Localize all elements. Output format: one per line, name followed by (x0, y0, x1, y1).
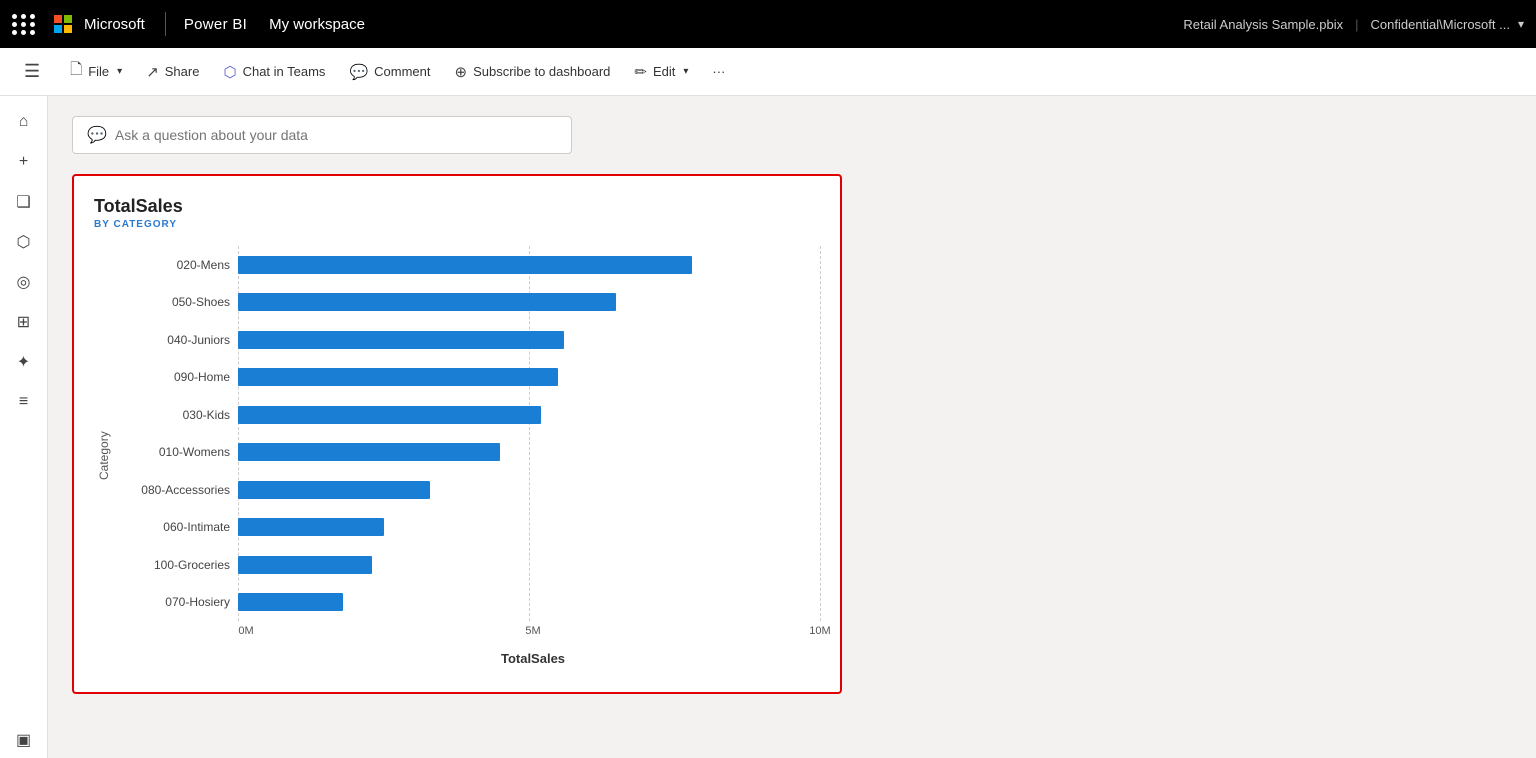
chat-label: Chat in Teams (243, 64, 326, 79)
subscribe-button[interactable]: ⊕ Subscribe to dashboard (444, 57, 620, 87)
file-button[interactable]: 🗋 File ▾ (60, 53, 132, 90)
sidebar-item-goals[interactable]: ◎ (6, 264, 42, 300)
bar[interactable] (238, 293, 616, 311)
x-axis-label: TotalSales (246, 651, 820, 666)
subscribe-icon: ⊕ (454, 63, 467, 81)
bar-label: 090-Home (174, 362, 230, 392)
apps-dots-grid[interactable] (12, 14, 36, 35)
bar[interactable] (238, 406, 541, 424)
table-row (238, 287, 820, 317)
bar[interactable] (238, 518, 384, 536)
bar[interactable] (238, 331, 564, 349)
bar-label: 070-Hosiery (165, 587, 230, 617)
topbar-right: Retail Analysis Sample.pbix | Confidenti… (1183, 17, 1524, 32)
x-axis-tick: 5M (525, 625, 540, 637)
file-chevron: ▾ (117, 66, 122, 77)
toolbar: ☰ 🗋 File ▾ ↗ Share ⬡ Chat in Teams 💬 Com… (0, 48, 1536, 96)
bar[interactable] (238, 256, 692, 274)
share-button[interactable]: ↗ Share (136, 57, 209, 87)
sidebar-item-explore[interactable]: ✦ (6, 344, 42, 380)
bar-label: 060-Intimate (163, 512, 230, 542)
chart-area: 020-Mens 050-Shoes 040-Juniors 090-Home 030-… (118, 246, 820, 666)
table-row (238, 587, 820, 617)
edit-icon: ✏ (634, 63, 647, 81)
table-row (238, 250, 820, 280)
topbar-chevron[interactable]: ▾ (1518, 17, 1524, 31)
microsoft-label: Microsoft (84, 16, 145, 33)
file-name: Retail Analysis Sample.pbix (1183, 17, 1343, 32)
topbar-divider (165, 12, 166, 36)
sidebar-item-monitor[interactable]: ▣ (6, 722, 42, 758)
x-axis-ticks: 0M5M10M (246, 621, 820, 645)
table-row (238, 362, 820, 392)
main-content: 💬 TotalSales BY CATEGORY Category 020-Me… (48, 96, 1536, 758)
bars-container: 020-Mens 050-Shoes 040-Juniors 090-Home 030-… (118, 246, 820, 621)
bar-label: 010-Womens (159, 437, 230, 467)
bars-column (238, 246, 820, 621)
y-axis-label: Category (94, 246, 114, 666)
sidebar: ⌂ + ❑ ⬡ ◎ ⊞ ✦ ≡ ▣ (0, 96, 48, 758)
file-label: File (88, 64, 109, 79)
sidebar-item-learn[interactable]: ≡ (6, 384, 42, 420)
bar[interactable] (238, 368, 558, 386)
chart-card: TotalSales BY CATEGORY Category 020-Mens… (72, 174, 842, 694)
chat-in-teams-button[interactable]: ⬡ Chat in Teams (213, 57, 335, 87)
chart-title: TotalSales (94, 196, 820, 217)
x-axis-tick: 0M (238, 625, 253, 637)
bar-label: 030-Kids (183, 400, 230, 430)
bar[interactable] (238, 556, 372, 574)
bar-label: 100-Groceries (154, 550, 230, 580)
bar-labels-column: 020-Mens 050-Shoes 040-Juniors 090-Home 030-… (118, 246, 238, 621)
edit-label: Edit (653, 64, 675, 79)
x-axis-tick: 10M (809, 625, 830, 637)
table-row (238, 325, 820, 355)
grid-line (820, 246, 821, 621)
bar[interactable] (238, 593, 343, 611)
share-label: Share (165, 64, 200, 79)
layout: ⌂ + ❑ ⬡ ◎ ⊞ ✦ ≡ ▣ 💬 TotalSales BY CATEGO… (0, 96, 1536, 758)
teams-icon: ⬡ (223, 63, 236, 81)
comment-button[interactable]: 💬 Comment (339, 57, 440, 87)
subscribe-label: Subscribe to dashboard (473, 64, 610, 79)
bar[interactable] (238, 481, 430, 499)
bar-label: 040-Juniors (167, 325, 230, 355)
edit-button[interactable]: ✏ Edit ▾ (624, 57, 698, 87)
top-bar: Microsoft Power BI My workspace Retail A… (0, 0, 1536, 48)
table-row (238, 437, 820, 467)
edit-chevron: ▾ (683, 66, 688, 77)
comment-label: Comment (374, 64, 430, 79)
microsoft-logo (54, 15, 72, 33)
bar-label: 050-Shoes (172, 287, 230, 317)
table-row (238, 400, 820, 430)
sidebar-item-browse[interactable]: ❑ (6, 184, 42, 220)
qa-bar[interactable]: 💬 (72, 116, 572, 154)
file-icon: 🗋 (70, 59, 82, 84)
qa-icon: 💬 (87, 125, 107, 145)
comment-icon: 💬 (349, 63, 368, 81)
sidebar-item-apps[interactable]: ⊞ (6, 304, 42, 340)
more-label: ··· (712, 64, 725, 79)
bar-label: 020-Mens (177, 250, 230, 280)
bar-chart: Category 020-Mens 050-Shoes 040-Juniors 090… (94, 246, 820, 666)
chart-subtitle: BY CATEGORY (94, 219, 820, 230)
sidebar-item-create[interactable]: + (6, 144, 42, 180)
more-button[interactable]: ··· (702, 58, 735, 85)
bar[interactable] (238, 443, 500, 461)
app-name: Power BI (184, 16, 247, 33)
hamburger-menu[interactable]: ☰ (16, 55, 48, 88)
qa-input[interactable] (115, 127, 557, 143)
workspace-name[interactable]: My workspace (269, 16, 365, 33)
table-row (238, 550, 820, 580)
sidebar-item-home[interactable]: ⌂ (6, 104, 42, 140)
share-icon: ↗ (146, 63, 159, 81)
table-row (238, 512, 820, 542)
sidebar-item-data[interactable]: ⬡ (6, 224, 42, 260)
confidential-label: Confidential\Microsoft ... (1371, 17, 1510, 32)
bar-label: 080-Accessories (141, 475, 230, 505)
table-row (238, 475, 820, 505)
